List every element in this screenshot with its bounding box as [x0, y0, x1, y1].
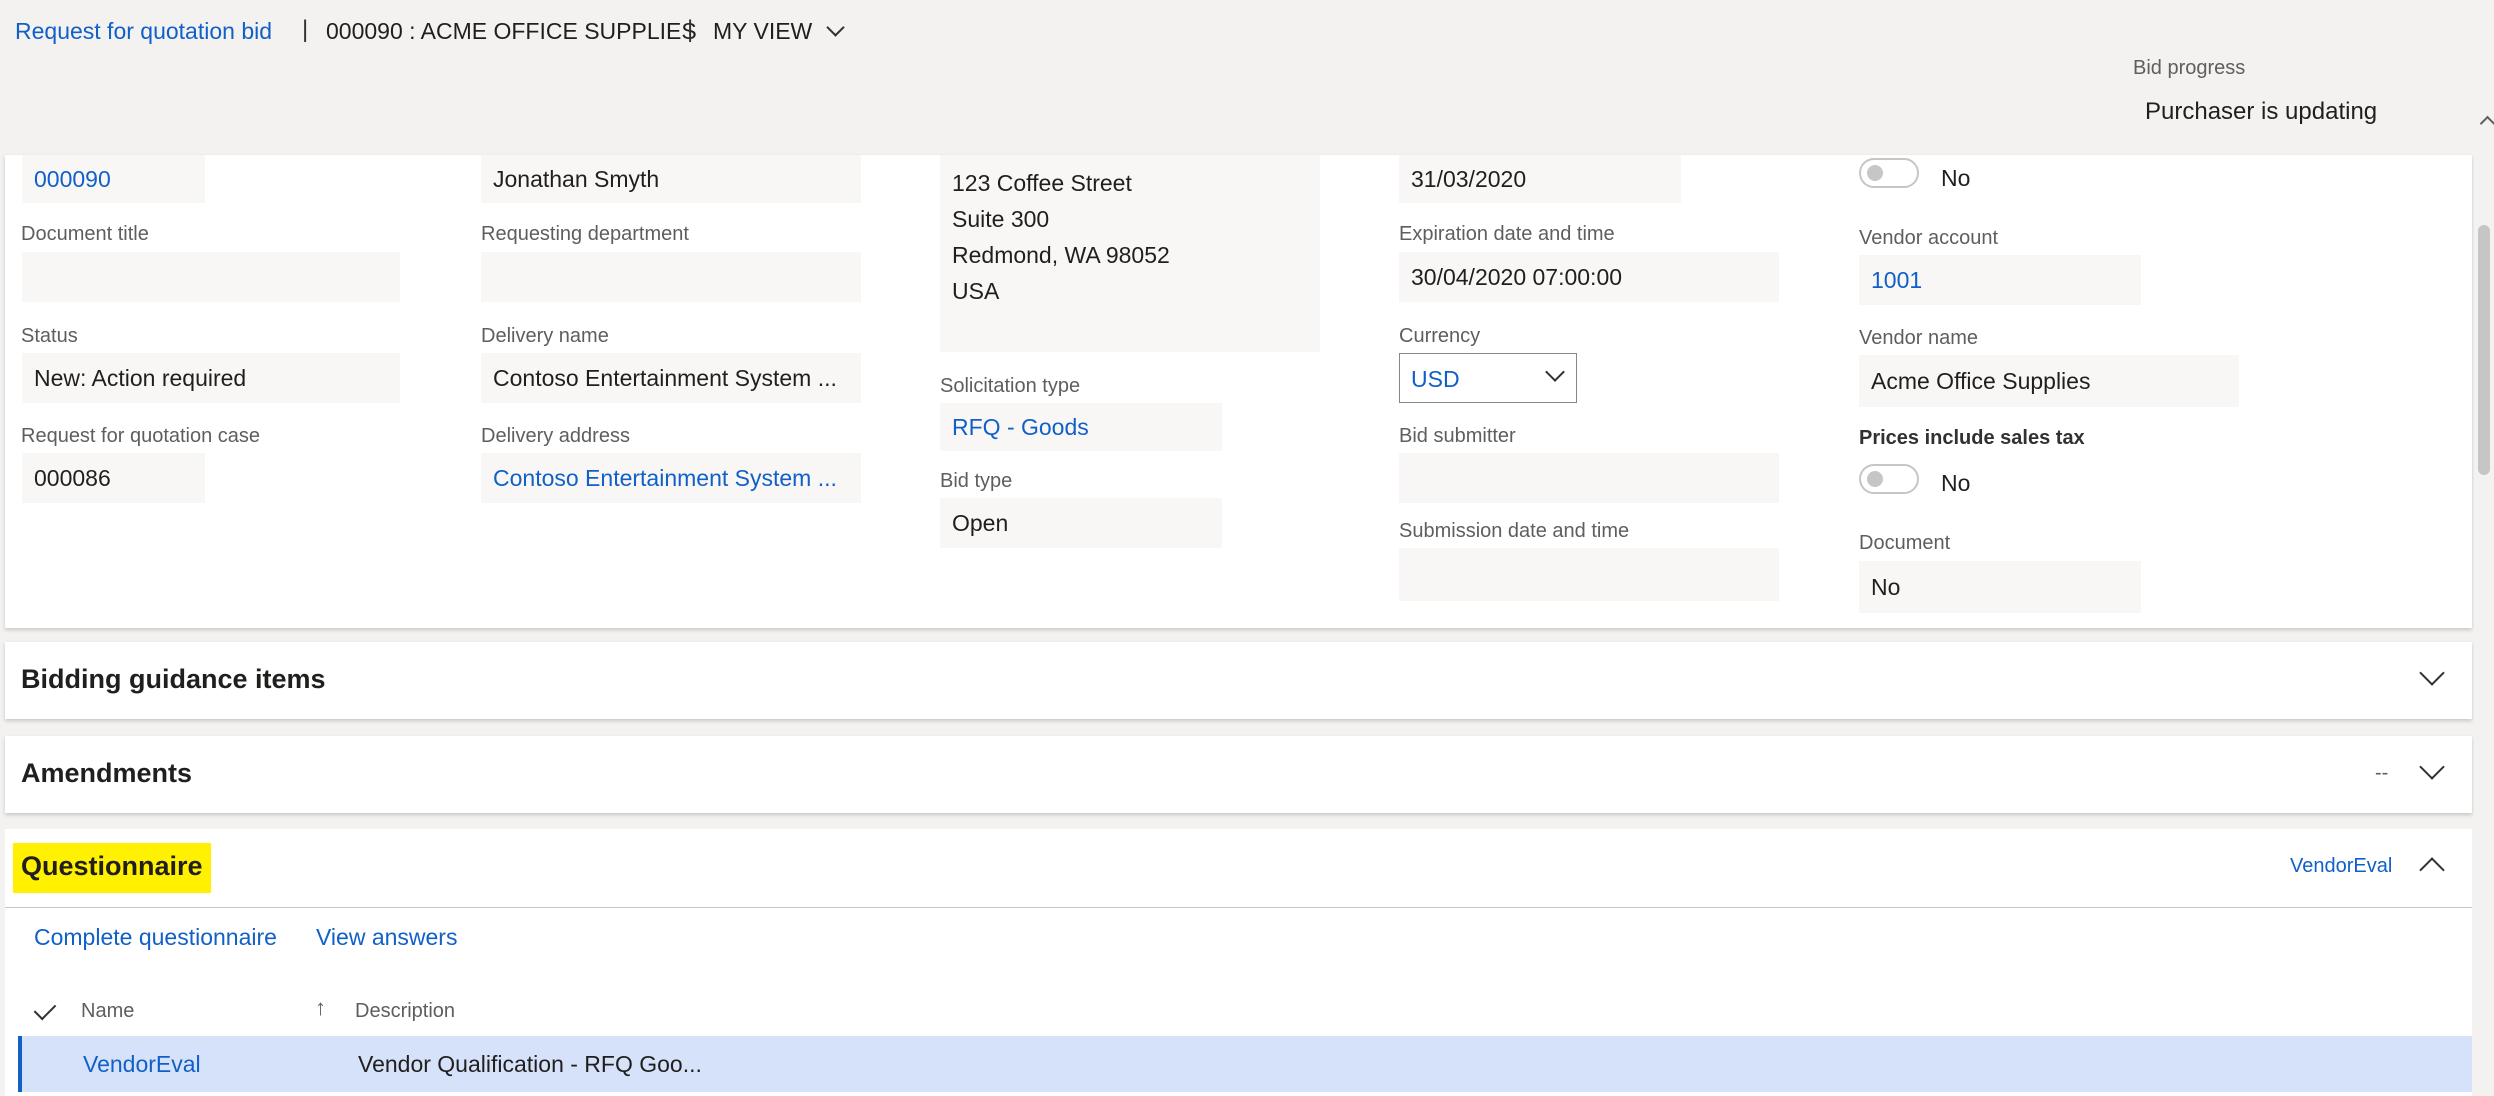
toggle-value: No — [1941, 165, 1971, 191]
bid-submitter-field[interactable] — [1399, 453, 1779, 503]
rfq-case-field: 000086 — [22, 453, 205, 503]
chevron-down-icon[interactable] — [2419, 660, 2445, 686]
requester-field: Jonathan Smyth — [481, 155, 861, 203]
requesting-department-field[interactable] — [481, 252, 861, 302]
rfq-case-label: Request for quotation case — [21, 425, 261, 447]
view-answers-button[interactable]: View answers — [316, 924, 457, 951]
view-selector[interactable]: MY VIEW — [713, 18, 845, 45]
document-label: Document — [1859, 532, 1951, 554]
scroll-up-icon[interactable] — [2479, 115, 2494, 132]
date-field: 31/03/2020 — [1399, 155, 1681, 203]
breadcrumb-separator: | — [302, 16, 309, 43]
complete-questionnaire-button[interactable]: Complete questionnaire — [34, 924, 277, 951]
view-label: MY VIEW — [713, 18, 813, 44]
solicitation-type-label: Solicitation type — [940, 375, 1081, 397]
page-header: Request for quotation bid | 000090 : ACM… — [0, 0, 2494, 155]
column-header-description[interactable]: Description — [355, 1000, 455, 1023]
submission-field[interactable] — [1399, 548, 1779, 601]
toggle-knob — [1867, 471, 1883, 487]
prices-tax-label: Prices include sales tax — [1859, 427, 2085, 449]
amendments-summary: -- — [2375, 762, 2389, 784]
chevron-down-icon — [825, 18, 845, 37]
rfq-number-field[interactable]: 000090 — [22, 155, 205, 203]
column-header-name[interactable]: Name — [81, 1000, 134, 1023]
table-row[interactable]: VendorEval Vendor Qualification - RFQ Go… — [18, 1036, 2472, 1092]
submission-label: Submission date and time — [1399, 520, 1630, 542]
header-fields-card: 000090 Document title Status New: Action… — [5, 155, 2472, 628]
prices-tax-toggle[interactable] — [1859, 464, 1919, 494]
expiration-label: Expiration date and time — [1399, 223, 1615, 245]
status-field: New: Action required — [22, 353, 400, 403]
amendments-section[interactable]: Amendments -- — [5, 736, 2472, 813]
vertical-scrollbar[interactable] — [2474, 155, 2494, 1096]
sort-ascending-icon[interactable]: ↑ — [315, 995, 326, 1021]
delivery-address-link[interactable]: Contoso Entertainment System ... — [481, 453, 861, 503]
divider — [5, 907, 2472, 908]
requesting-department-label: Requesting department — [481, 223, 689, 245]
bidding-guidance-section[interactable]: Bidding guidance items — [5, 642, 2472, 719]
vendor-account-label: Vendor account — [1859, 227, 1998, 249]
document-title-field[interactable] — [22, 252, 400, 302]
section-title: Bidding guidance items — [21, 664, 326, 694]
chevron-down-icon — [1545, 362, 1565, 382]
bid-submitter-label: Bid submitter — [1399, 425, 1516, 447]
bid-progress-value: Purchaser is updating — [2145, 98, 2378, 125]
solicitation-type-link[interactable]: RFQ - Goods — [940, 403, 1222, 451]
address-line: Redmond, WA 98052 — [952, 242, 1170, 268]
prices-tax-value: No — [1941, 470, 1971, 496]
status-label: Status — [21, 325, 78, 347]
delivery-name-label: Delivery name — [481, 325, 609, 347]
breadcrumb-separator: | — [687, 16, 694, 43]
toggle-knob — [1867, 165, 1883, 181]
bid-type-field: Open — [940, 498, 1222, 548]
breadcrumb-record: 000090 : ACME OFFICE SUPPLIES — [326, 18, 697, 44]
toggle-switch[interactable] — [1859, 158, 1919, 188]
currency-value: USD — [1411, 366, 1460, 392]
document-field: No — [1859, 561, 2141, 613]
expiration-field: 30/04/2020 07:00:00 — [1399, 252, 1779, 302]
bid-progress-label: Bid progress — [2133, 57, 2246, 79]
vendor-account-link[interactable]: 1001 — [1859, 255, 2141, 305]
address-line: 123 Coffee Street — [952, 170, 1132, 196]
currency-label: Currency — [1399, 325, 1481, 347]
chevron-up-icon[interactable] — [2419, 857, 2445, 883]
scrollbar-thumb[interactable] — [2478, 225, 2490, 475]
section-title[interactable]: Questionnaire — [21, 851, 203, 882]
vendor-name-field: Acme Office Supplies — [1859, 355, 2239, 407]
row-selection-indicator — [18, 1036, 22, 1092]
delivery-name-field: Contoso Entertainment System ... — [481, 353, 861, 403]
currency-select[interactable]: USD — [1399, 353, 1577, 403]
address-block: 123 Coffee Street Suite 300 Redmond, WA … — [940, 155, 1320, 352]
bid-type-label: Bid type — [940, 470, 1013, 492]
vendor-name-label: Vendor name — [1859, 327, 1978, 349]
row-description: Vendor Qualification - RFQ Goo... — [358, 1051, 702, 1077]
document-title-label: Document title — [21, 223, 149, 245]
delivery-address-label: Delivery address — [481, 425, 630, 447]
section-title: Amendments — [21, 758, 193, 788]
chevron-down-icon[interactable] — [2419, 754, 2445, 780]
address-line: USA — [952, 278, 1000, 304]
questionnaire-summary-link[interactable]: VendorEval — [2290, 855, 2392, 878]
breadcrumb-page-link[interactable]: Request for quotation bid — [15, 18, 272, 45]
address-line: Suite 300 — [952, 206, 1050, 232]
checkmark-icon[interactable] — [33, 997, 57, 1021]
row-name-link[interactable]: VendorEval — [83, 1051, 201, 1078]
